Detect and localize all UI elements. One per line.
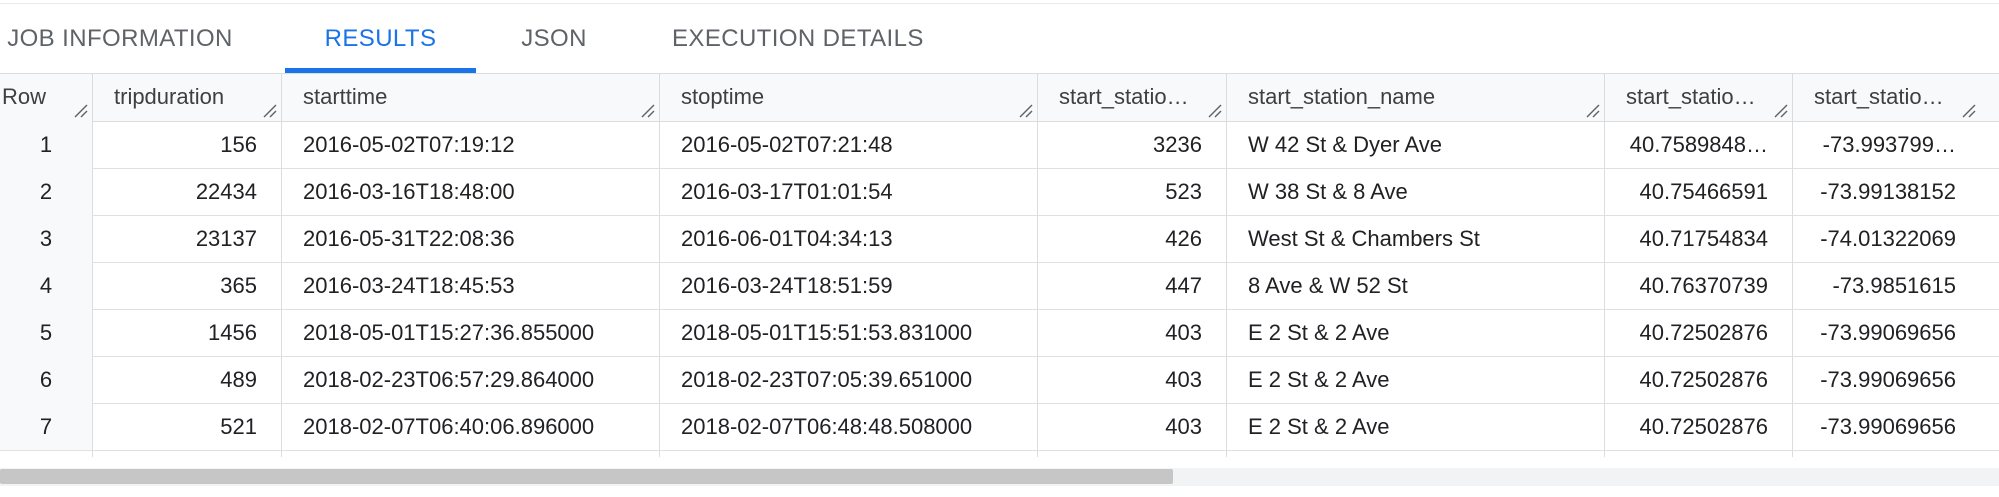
table-cell: -73.99069656 (1820, 320, 1956, 345)
table-cell: 40.72502876 (1639, 320, 1768, 345)
table-cell: 403 (1165, 414, 1202, 439)
scrollbar-thumb[interactable] (0, 469, 1173, 484)
table-row[interactable]: 2 22434 2016-03-16T18:48:00 2016-03-17T01:0… (0, 168, 1999, 216)
table-cell: 2016-05-31T22:08:36 (303, 226, 515, 251)
header-start-station-longitude-column[interactable]: start_statio… (1792, 74, 1980, 121)
column-resize-icon[interactable] (1207, 104, 1223, 118)
table-cell: 2016-03-24T18:45:53 (303, 273, 515, 298)
column-resize-icon[interactable] (262, 104, 278, 118)
table-cell: 403 (1165, 367, 1202, 392)
header-stoptime-column[interactable]: stoptime (659, 74, 1037, 121)
tab-job-information[interactable]: JOB INFORMATION (0, 4, 240, 73)
table-cell: 2016-03-16T18:48:00 (303, 179, 515, 204)
table-cell: 156 (220, 132, 257, 157)
tab-execution-details[interactable]: EXECUTION DETAILS (672, 4, 923, 73)
table-row[interactable]: 7 521 2018-02-07T06:40:06.896000 2018-02-07… (0, 403, 1999, 451)
table-cell: -73.9851615 (1832, 273, 1956, 298)
table-cell: 1456 (208, 320, 257, 345)
column-resize-icon[interactable] (1018, 104, 1034, 118)
table-cell: -73.993799… (1822, 132, 1956, 157)
table-cell: W 38 St & 8 Ave (1248, 179, 1408, 204)
table-cell: 2018-05-01T15:27:36.855000 (303, 320, 595, 345)
table-row[interactable]: 4 365 2016-03-24T18:45:53 2016-03-24T18:51:… (0, 262, 1999, 310)
table-cell: E 2 St & 2 Ave (1248, 320, 1390, 345)
column-resize-icon[interactable] (1961, 104, 1977, 118)
row-number-cell: 6 (0, 356, 92, 403)
table-cell: 2018-05-01T15:51:53.831000 (681, 320, 973, 345)
table-row[interactable]: 1 156 2016-05-02T07:19:12 2016-05-02T07:21:… (0, 121, 1999, 169)
table-cell: -73.99138152 (1820, 179, 1956, 204)
table-cell: 40.7589848… (1629, 132, 1768, 157)
column-resize-icon[interactable] (640, 104, 656, 118)
table-cell: 365 (220, 273, 257, 298)
table-cell: 2018-02-07T06:48:48.508000 (681, 414, 973, 439)
column-resize-icon[interactable] (1585, 104, 1601, 118)
table-cell: 8 Ave & W 52 St (1248, 273, 1408, 298)
table-header-row: Row tripduration starttime stoptime start_st… (0, 73, 1999, 122)
table-cell: E 2 St & 2 Ave (1248, 367, 1390, 392)
table-cell: 403 (1165, 320, 1202, 345)
table-cell: 447 (1165, 273, 1202, 298)
table-row[interactable]: 3 23137 2016-05-31T22:08:36 2016-06-01T04:3… (0, 215, 1999, 263)
table-row[interactable]: 5 1456 2018-05-01T15:27:36.855000 2018-05-0… (0, 309, 1999, 357)
table-cell: 2016-05-02T07:21:48 (681, 132, 893, 157)
table-cell: 23137 (195, 226, 257, 251)
table-cell: 40.76370739 (1639, 273, 1768, 298)
row-number-cell: 3 (0, 215, 92, 262)
table-cell: 489 (220, 367, 257, 392)
row-number-cell: 1 (0, 121, 92, 168)
table-row[interactable]: 6 489 2018-02-23T06:57:29.864000 2018-02-23… (0, 356, 1999, 404)
tab-results[interactable]: RESULTS (285, 4, 476, 73)
header-start-station-id-column[interactable]: start_statio… (1037, 74, 1226, 121)
table-cell: 2018-02-07T06:40:06.896000 (303, 414, 595, 439)
row-number-cell: 5 (0, 309, 92, 356)
column-resize-icon[interactable] (73, 104, 89, 118)
row-number-cell: 7 (0, 403, 92, 450)
table-cell: -73.99069656 (1820, 367, 1956, 392)
table-cell: 40.75466591 (1639, 179, 1768, 204)
table-cell: 2016-06-01T04:34:13 (681, 226, 893, 251)
table-cell: 40.72502876 (1639, 367, 1768, 392)
header-tripduration-column[interactable]: tripduration (92, 74, 281, 121)
table-cell: -74.01322069 (1820, 226, 1956, 251)
table-cell: 523 (1165, 179, 1202, 204)
table-cell: 2016-05-02T07:19:12 (303, 132, 515, 157)
row-number-cell: 2 (0, 168, 92, 215)
table-cell: West St & Chambers St (1248, 226, 1480, 251)
table-cell: 40.72502876 (1639, 414, 1768, 439)
table-cell: 3236 (1153, 132, 1202, 157)
header-starttime-column[interactable]: starttime (281, 74, 659, 121)
table-cell: 2016-03-17T01:01:54 (681, 179, 893, 204)
table-cell: W 42 St & Dyer Ave (1248, 132, 1443, 157)
header-start-station-latitude-column[interactable]: start_statio… (1604, 74, 1792, 121)
table-cell: 2018-02-23T07:05:39.651000 (681, 367, 973, 392)
table-cell: 2016-03-24T18:51:59 (681, 273, 893, 298)
horizontal-scrollbar[interactable] (0, 468, 1999, 486)
table-cell: 40.71754834 (1639, 226, 1768, 251)
column-resize-icon[interactable] (1773, 104, 1789, 118)
tab-json[interactable]: JSON (510, 4, 598, 73)
header-start-station-name-column[interactable]: start_station_name (1226, 74, 1604, 121)
table-cell: 22434 (195, 179, 257, 204)
table-cell: 2018-02-23T06:57:29.864000 (303, 367, 595, 392)
table-cell: E 2 St & 2 Ave (1248, 414, 1390, 439)
results-table: Row tripduration starttime stoptime start_st… (0, 73, 1999, 457)
table-cell: -73.99069656 (1820, 414, 1956, 439)
results-tab-bar: JOB INFORMATION RESULTS JSON EXECUTION D… (0, 4, 1999, 73)
row-number-cell: 4 (0, 262, 92, 309)
table-cell: 521 (220, 414, 257, 439)
table-cell: 426 (1165, 226, 1202, 251)
